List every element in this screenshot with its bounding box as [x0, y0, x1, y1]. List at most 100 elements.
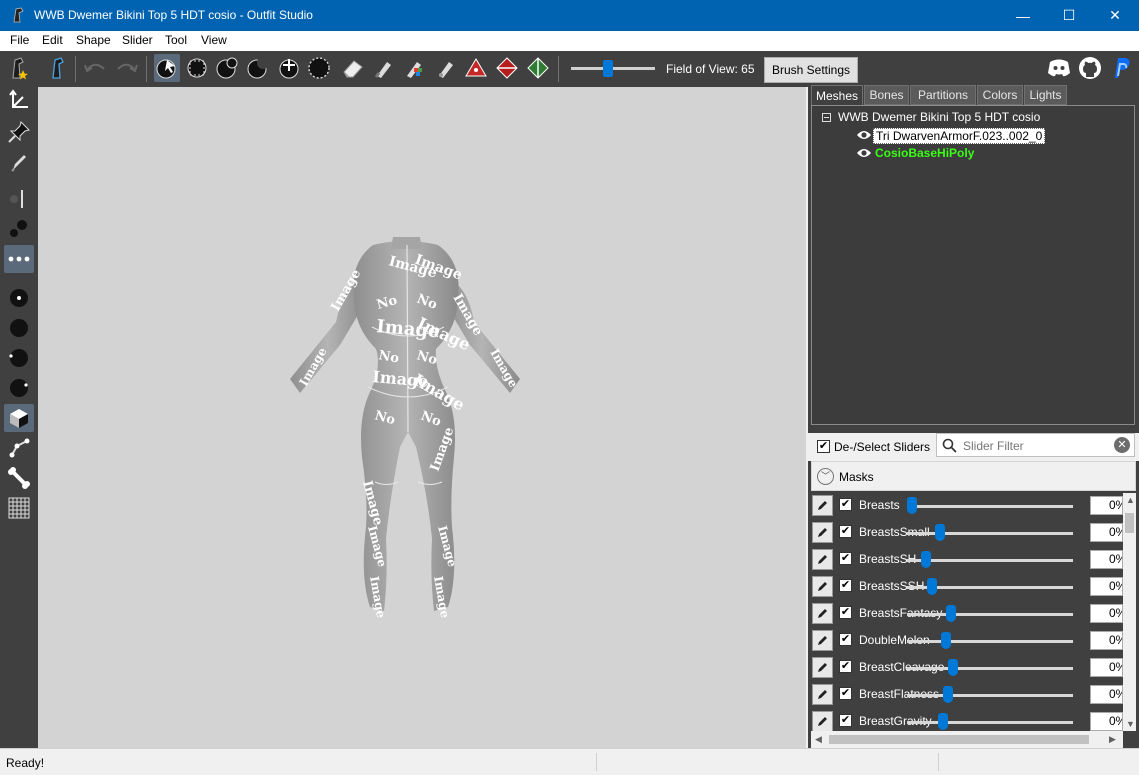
slider-thumb[interactable] [927, 578, 938, 595]
split-edge-button[interactable] [525, 54, 551, 82]
vertical-scroll-thumb[interactable] [1125, 513, 1134, 533]
flip-edge-button[interactable] [494, 54, 520, 82]
edit-slider-button[interactable] [812, 603, 833, 624]
minimize-button[interactable]: — [1000, 0, 1046, 31]
slider-thumb[interactable] [941, 632, 952, 649]
select-all-sliders-checkbox[interactable]: ✔ [817, 440, 830, 453]
slider-list-horizontal-scrollbar[interactable]: ◀ ▶ [811, 731, 1123, 748]
3d-viewport[interactable]: Image Image No Image No Image No Image N… [38, 87, 806, 748]
redo-button[interactable] [114, 54, 140, 82]
menu-edit[interactable]: Edit [39, 33, 66, 47]
weight-brush-button[interactable] [370, 54, 396, 82]
clear-filter-icon[interactable]: ✕ [1114, 437, 1130, 453]
slider-value[interactable]: 0% [1090, 604, 1123, 623]
slider-thumb[interactable] [942, 686, 953, 703]
move-tool-button[interactable] [276, 54, 302, 82]
horizontal-scroll-thumb[interactable] [829, 735, 1089, 744]
inflate-tool-button[interactable] [214, 54, 240, 82]
field-of-view-slider-track[interactable] [571, 67, 655, 70]
load-reference-button[interactable] [45, 54, 71, 82]
mask-tool-button[interactable] [184, 54, 210, 82]
edit-slider-button[interactable] [812, 684, 833, 705]
slider-checkbox[interactable]: ✔ [839, 606, 852, 619]
slider-thumb[interactable] [935, 524, 946, 541]
slider-thumb[interactable] [946, 605, 956, 622]
slider-track[interactable] [907, 559, 1073, 562]
eye-visibility-icon[interactable] [856, 129, 872, 141]
menu-view[interactable]: View [198, 33, 230, 47]
eye-visibility-icon[interactable] [856, 147, 872, 159]
scroll-up-icon[interactable]: ▲ [1126, 495, 1135, 505]
slider-value[interactable]: 0% [1090, 712, 1123, 731]
brush-settings-button[interactable]: Brush Settings [764, 57, 858, 83]
slider-track[interactable] [907, 613, 1073, 616]
edit-slider-button[interactable] [812, 657, 833, 678]
slider-track[interactable] [907, 505, 1073, 508]
brush-size-small-button[interactable] [4, 185, 34, 213]
slider-thumb[interactable] [938, 713, 949, 730]
skeleton-view-button[interactable] [4, 464, 34, 492]
bones-view-button[interactable] [4, 434, 34, 462]
new-project-button[interactable] [5, 54, 31, 82]
scroll-right-icon[interactable]: ▶ [1109, 734, 1116, 745]
slider-checkbox[interactable]: ✔ [839, 633, 852, 646]
slider-value[interactable]: 0% [1090, 631, 1123, 650]
edit-slider-button[interactable] [812, 522, 833, 543]
scroll-left-icon[interactable]: ◀ [815, 734, 822, 745]
tab-bones[interactable]: Bones [864, 85, 909, 105]
chevron-down-icon[interactable]: ﹀ [817, 468, 834, 485]
brush-shape-4-button[interactable] [4, 374, 34, 402]
maximize-button[interactable]: ☐ [1046, 0, 1092, 31]
menu-tool[interactable]: Tool [162, 33, 190, 47]
cube-view-button[interactable] [4, 404, 34, 432]
tree-collapse-toggle[interactable] [822, 113, 831, 122]
tab-meshes[interactable]: Meshes [811, 85, 863, 105]
slider-checkbox[interactable]: ✔ [839, 552, 852, 565]
pivot-tool-button[interactable] [4, 118, 34, 146]
tab-colors[interactable]: Colors [977, 85, 1023, 105]
tab-partitions[interactable]: Partitions [910, 85, 976, 105]
slider-checkbox[interactable]: ✔ [839, 579, 852, 592]
edit-slider-button[interactable] [812, 576, 833, 597]
slider-checkbox[interactable]: ✔ [839, 687, 852, 700]
slider-track[interactable] [907, 667, 1073, 670]
close-window-button[interactable]: ✕ [1092, 0, 1138, 31]
slider-value[interactable]: 0% [1090, 496, 1123, 515]
slider-track[interactable] [907, 532, 1073, 535]
undo-button[interactable] [82, 54, 108, 82]
slider-value[interactable]: 0% [1090, 685, 1123, 704]
edit-slider-button[interactable] [812, 495, 833, 516]
slider-thumb[interactable] [921, 551, 932, 568]
slider-value[interactable]: 0% [1090, 658, 1123, 677]
slider-thumb[interactable] [947, 659, 958, 676]
scroll-down-icon[interactable]: ▼ [1126, 719, 1135, 729]
masks-section-header[interactable]: ﹀ Masks [811, 461, 1136, 491]
discord-button[interactable] [1046, 54, 1072, 82]
slider-track[interactable] [907, 694, 1073, 697]
slider-track[interactable] [907, 721, 1073, 724]
vertex-edit-button[interactable] [4, 148, 34, 176]
github-button[interactable] [1077, 54, 1103, 82]
paypal-button[interactable] [1108, 54, 1134, 82]
menu-slider[interactable]: Slider [119, 33, 156, 47]
collapse-vertex-button[interactable] [463, 54, 489, 82]
brush-size-medium-button[interactable] [4, 215, 34, 243]
slider-filter-input[interactable] [961, 436, 1115, 456]
slider-checkbox[interactable]: ✔ [839, 714, 852, 727]
menu-shape[interactable]: Shape [73, 33, 114, 47]
edit-slider-button[interactable] [812, 711, 833, 731]
slider-checkbox[interactable]: ✔ [839, 498, 852, 511]
smooth-tool-button[interactable] [306, 54, 332, 82]
grid-view-button[interactable] [4, 494, 34, 522]
edit-slider-button[interactable] [812, 630, 833, 651]
transform-tool-button[interactable] [4, 87, 34, 115]
brush-shape-2-button[interactable] [4, 314, 34, 342]
slider-list-vertical-scrollbar[interactable]: ▲ ▼ [1123, 493, 1136, 731]
slider-thumb[interactable] [907, 497, 917, 514]
slider-value[interactable]: 0% [1090, 550, 1123, 569]
slider-checkbox[interactable]: ✔ [839, 660, 852, 673]
tab-lights[interactable]: Lights [1024, 85, 1067, 105]
edit-slider-button[interactable] [812, 549, 833, 570]
slider-value[interactable]: 0% [1090, 523, 1123, 542]
color-brush-button[interactable] [400, 54, 426, 82]
